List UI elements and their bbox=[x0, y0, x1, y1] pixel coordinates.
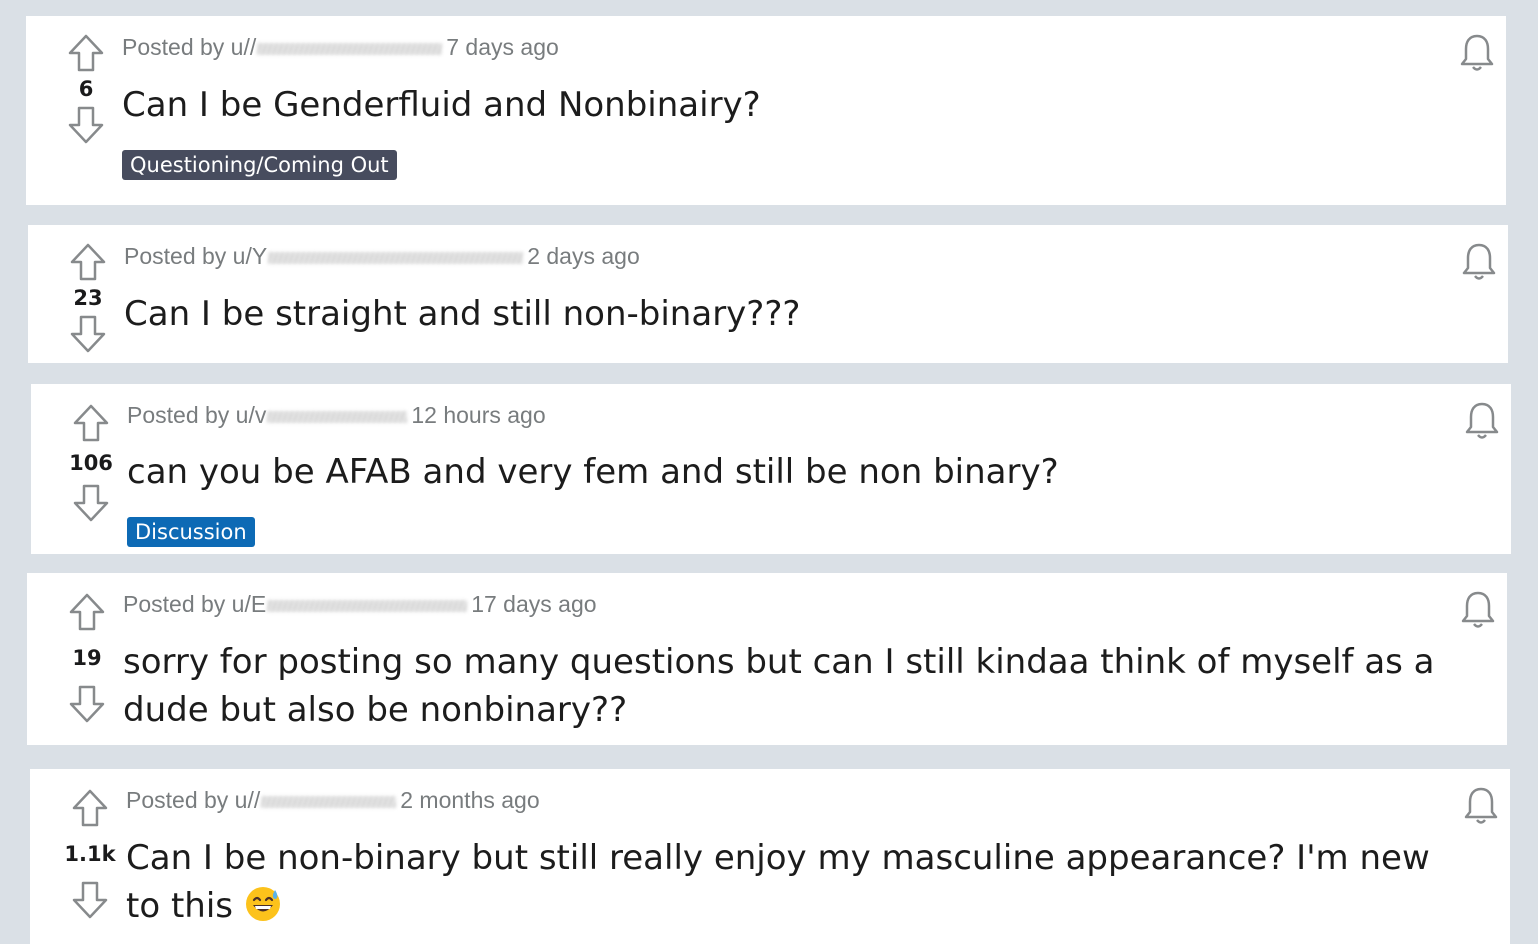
posted-by-label: Posted by u/ bbox=[122, 34, 250, 60]
post-time: 2 months ago bbox=[400, 787, 540, 813]
redacted-username bbox=[267, 410, 408, 423]
redacted-username bbox=[268, 251, 524, 264]
posted-by-label: Posted by u/ bbox=[127, 402, 255, 428]
posted-by-label: Posted by u/ bbox=[124, 243, 252, 269]
notification-bell-icon[interactable] bbox=[1456, 32, 1498, 74]
post-meta: Posted by u/Y 2 days ago bbox=[124, 243, 640, 270]
post-time: 2 days ago bbox=[527, 243, 640, 269]
post-title[interactable]: Can I be non-binary but still really enj… bbox=[126, 834, 1466, 930]
vote-column: 23 bbox=[48, 241, 128, 355]
downvote-icon[interactable] bbox=[66, 104, 106, 146]
username-link[interactable]: / bbox=[250, 34, 256, 60]
post-title[interactable]: sorry for posting so many questions but … bbox=[123, 638, 1498, 734]
upvote-icon[interactable] bbox=[67, 591, 107, 633]
vote-score: 19 bbox=[72, 646, 102, 670]
username-link[interactable]: Y bbox=[252, 243, 267, 269]
grinning-sweat-emoji-icon bbox=[245, 887, 280, 921]
post-card[interactable]: 1.1k Posted by u// 2 months ago Can I be … bbox=[30, 769, 1510, 944]
posted-by-label: Posted by u/ bbox=[123, 591, 251, 617]
notification-bell-icon[interactable] bbox=[1458, 241, 1500, 283]
username-link[interactable]: E bbox=[251, 591, 266, 617]
post-card[interactable]: 6 Posted by u// 7 days ago Can I be Gende… bbox=[26, 16, 1506, 205]
post-time: 17 days ago bbox=[471, 591, 597, 617]
upvote-icon[interactable] bbox=[71, 402, 111, 444]
post-meta: Posted by u/v 12 hours ago bbox=[127, 402, 546, 429]
post-flair[interactable]: Questioning/Coming Out bbox=[122, 150, 397, 180]
post-meta: Posted by u// 2 months ago bbox=[126, 787, 540, 814]
post-title[interactable]: Can I be Genderfluid and Nonbinairy? bbox=[122, 81, 761, 129]
vote-score: 6 bbox=[78, 77, 94, 101]
post-card[interactable]: 106 Posted by u/v 12 hours ago can you be… bbox=[31, 384, 1511, 554]
post-title[interactable]: can you be AFAB and very fem and still b… bbox=[127, 448, 1059, 496]
notification-bell-icon[interactable] bbox=[1461, 400, 1503, 442]
downvote-icon[interactable] bbox=[68, 313, 108, 355]
redacted-username bbox=[261, 795, 397, 808]
notification-bell-icon[interactable] bbox=[1460, 785, 1502, 827]
downvote-icon[interactable] bbox=[70, 879, 110, 921]
vote-score: 106 bbox=[69, 451, 113, 475]
vote-column: 19 bbox=[47, 591, 127, 725]
upvote-icon[interactable] bbox=[66, 32, 106, 74]
vote-column: 106 bbox=[51, 402, 131, 524]
posted-by-label: Posted by u/ bbox=[126, 787, 254, 813]
downvote-icon[interactable] bbox=[67, 683, 107, 725]
upvote-icon[interactable] bbox=[68, 241, 108, 283]
username-link[interactable]: / bbox=[254, 787, 260, 813]
username-link[interactable]: v bbox=[255, 402, 267, 428]
post-time: 7 days ago bbox=[446, 34, 559, 60]
post-meta: Posted by u/E 17 days ago bbox=[123, 591, 597, 618]
post-title[interactable]: Can I be straight and still non-binary??… bbox=[124, 290, 800, 338]
post-card[interactable]: 23 Posted by u/Y 2 days ago Can I be stra… bbox=[28, 225, 1508, 363]
notification-bell-icon[interactable] bbox=[1457, 589, 1499, 631]
vote-score: 1.1k bbox=[64, 842, 116, 866]
post-flair[interactable]: Discussion bbox=[127, 517, 255, 547]
post-card[interactable]: 19 Posted by u/E 17 days ago sorry for po… bbox=[27, 573, 1507, 745]
post-meta: Posted by u// 7 days ago bbox=[122, 34, 559, 61]
post-title-text: Can I be non-binary but still really enj… bbox=[126, 838, 1430, 926]
downvote-icon[interactable] bbox=[71, 482, 111, 524]
post-time: 12 hours ago bbox=[411, 402, 546, 428]
redacted-username bbox=[267, 599, 468, 612]
vote-score: 23 bbox=[73, 286, 103, 310]
upvote-icon[interactable] bbox=[70, 787, 110, 829]
vote-column: 6 bbox=[46, 32, 126, 146]
vote-column: 1.1k bbox=[50, 787, 130, 921]
redacted-username bbox=[257, 42, 443, 55]
